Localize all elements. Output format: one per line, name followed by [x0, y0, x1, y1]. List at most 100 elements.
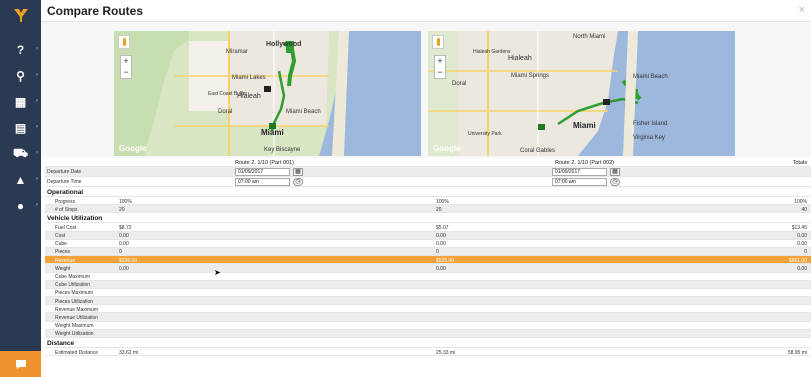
table-row[interactable]: Fuel Cost $8.72 $5.07 $13.45: [45, 223, 811, 232]
route1-departure-time-input[interactable]: 07:00 am: [235, 178, 290, 186]
people-icon-glyph: ●: [16, 199, 25, 213]
calendar-icon[interactable]: ▦: [293, 168, 303, 176]
total-value: 40: [801, 206, 807, 213]
google-logo: Google: [119, 144, 147, 153]
chevron-right-icon: ›: [36, 124, 38, 130]
route2-value: 0.00: [436, 233, 446, 240]
comparison-table: Route 2, 1/10 (Part 001) Route 2, 1/10 (…: [45, 158, 811, 357]
clock-icon[interactable]: ◷: [610, 178, 620, 186]
section-title: Distance: [47, 339, 75, 347]
table-row[interactable]: Cost 0.00 0.00 0.00: [45, 231, 811, 240]
row-label: Revenue Utilization: [55, 314, 99, 321]
route1-value: $8.72: [119, 224, 132, 231]
row-label: Weight: [55, 265, 71, 272]
map-label-doral: Doral: [452, 81, 467, 87]
chevron-right-icon: ›: [36, 72, 38, 78]
departure-time-label: Departure Time: [47, 178, 82, 185]
section-header-vehicle: Vehicle Utilization: [45, 213, 811, 224]
cart-icon-glyph: ▦: [14, 95, 27, 109]
departure-date-row: Departure Date 01/09/2017 ▦ 01/09/2017 ▦: [45, 167, 811, 177]
map-label-miami-beach: Miami Beach: [633, 74, 668, 80]
street-view-icon[interactable]: [118, 35, 130, 49]
route2-value: 100%: [436, 198, 449, 205]
calendar-icon[interactable]: ▦: [610, 168, 620, 176]
row-label: Weight Utilization: [55, 331, 94, 338]
truck-icon[interactable]: ⛟ ›: [0, 142, 41, 166]
table-row[interactable]: Revenue Maximum: [45, 305, 811, 314]
section-header-distance: Distance: [45, 338, 811, 348]
route2-departure-time-input[interactable]: 07:00 am: [552, 178, 607, 186]
map-label-hialeah: Hialeah: [237, 93, 261, 100]
people-icon[interactable]: ● ›: [0, 194, 41, 218]
table-row[interactable]: Cube Maximum: [45, 273, 811, 281]
route-map-2[interactable]: + − North Miami Hialeah Gardens Hialeah M…: [428, 31, 735, 156]
route2-value: 20: [436, 206, 442, 213]
street-view-icon[interactable]: [432, 35, 444, 49]
route2-value: 0.00: [436, 241, 446, 248]
chevron-right-icon: ›: [36, 150, 38, 156]
route2-departure-date-input[interactable]: 01/09/2017: [552, 168, 607, 176]
map-zoom-control[interactable]: + −: [434, 55, 446, 79]
row-label: Cube: [55, 241, 67, 248]
table-row[interactable]: Weight 0.00 0.00 0.00: [45, 264, 811, 273]
sidebar: ? › ⚲ › ▦ › ▤ › ⛟ › ▲ › ● ›: [0, 0, 41, 377]
table-row[interactable]: Cube Utilization: [45, 280, 811, 289]
departure-date-label: Departure Date: [47, 168, 82, 175]
map-label-miami: Miami: [573, 121, 596, 130]
map-zoom-control[interactable]: + −: [120, 55, 132, 79]
total-value: 0.00: [797, 233, 807, 240]
total-value: $13.45: [791, 224, 807, 231]
cart-icon[interactable]: ▦ ›: [0, 90, 41, 114]
row-label: Revenue: [55, 257, 76, 264]
compare-routes-panel: Compare Routes × + − Hollywood Miramar M…: [41, 0, 811, 377]
map-label-north-miami: North Miami: [573, 34, 606, 40]
map-label-miami-beach: Miami Beach: [286, 109, 321, 115]
total-value: 100%: [794, 198, 807, 205]
route-map-1[interactable]: + − Hollywood Miramar Miami Lakes East Co…: [114, 31, 421, 156]
chevron-right-icon: ›: [36, 98, 38, 104]
app-logo-icon[interactable]: [0, 0, 41, 30]
table-row[interactable]: Pieces Maximum: [45, 289, 811, 298]
truck-icon-glyph: ⛟: [12, 146, 29, 160]
route1-column-header: Route 2, 1/10 (Part 001): [235, 159, 295, 166]
table-row[interactable]: Pieces Utilization: [45, 297, 811, 306]
totals-column-header: Totals: [792, 159, 807, 166]
row-label: Fuel Cost: [55, 224, 77, 231]
documents-icon-glyph: ▤: [14, 121, 27, 135]
row-label: Revenue Maximum: [55, 306, 99, 313]
table-row[interactable]: Weight Utilization: [45, 329, 811, 338]
map-label-university-park: University Park: [468, 131, 502, 137]
map-label-miami: Miami: [261, 128, 284, 137]
table-row[interactable]: Cube 0.00 0.00 0.00: [45, 240, 811, 248]
clock-icon[interactable]: ◷: [293, 178, 303, 186]
table-row[interactable]: Estimated Distance 33.62 mi 25.33 mi 58.95 …: [45, 348, 811, 357]
map-label-miami-lakes: Miami Lakes: [232, 75, 266, 81]
table-row[interactable]: Revenue Utilization: [45, 313, 811, 322]
table-row[interactable]: Pieces 0 0 0: [45, 247, 811, 257]
chevron-right-icon: ›: [36, 202, 38, 208]
route1-value: 33.62 mi: [119, 349, 139, 356]
row-label: Pieces: [55, 249, 71, 256]
routes-icon[interactable]: ⚲ ›: [0, 64, 41, 88]
table-row[interactable]: Revenue $336.00 $525.00 $861.00: [45, 256, 811, 265]
route1-value: 0.00: [119, 233, 129, 240]
route1-value: $336.00: [119, 257, 138, 264]
row-label: Estimated Distance: [55, 349, 99, 356]
documents-icon[interactable]: ▤ ›: [0, 116, 41, 140]
route2-value: 25.33 mi: [436, 349, 456, 356]
close-icon[interactable]: ×: [799, 4, 805, 16]
chart-icon[interactable]: ▲ ›: [0, 168, 41, 192]
row-label: Weight Maximum: [55, 323, 94, 330]
route2-value: $5.07: [436, 224, 449, 231]
route1-departure-date-input[interactable]: 01/09/2017: [235, 168, 290, 176]
help-icon[interactable]: ? ›: [0, 38, 41, 62]
row-label: Progress: [55, 198, 76, 205]
table-row[interactable]: Weight Maximum: [45, 322, 811, 330]
map-label-coral-gables: Coral Gables: [520, 148, 556, 154]
section-title: Vehicle Utilization: [47, 214, 103, 222]
route2-value: 0.00: [436, 265, 446, 272]
map-label-miami-springs: Miami Springs: [511, 73, 550, 79]
table-row[interactable]: # of Stops 20 20 40: [45, 205, 811, 214]
chat-icon[interactable]: [0, 351, 41, 377]
table-row[interactable]: Progress 100% 100% 100%: [45, 197, 811, 206]
